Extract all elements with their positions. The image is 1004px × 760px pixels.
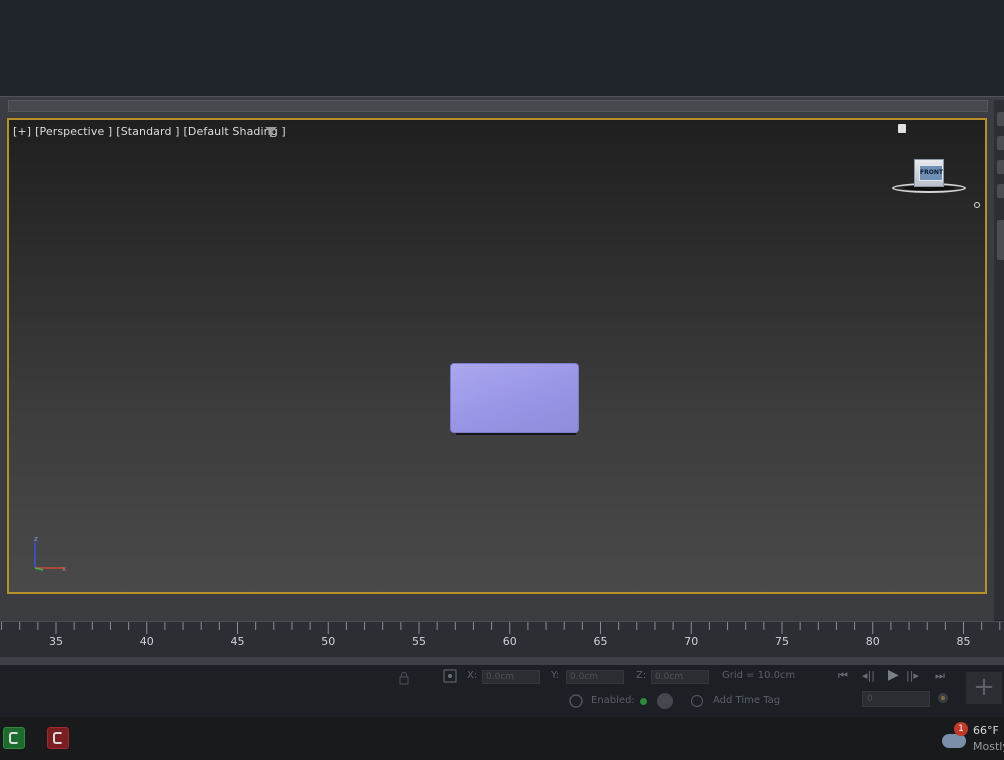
timeline-ticks: 35 40 45 50 55 60 65 70 75 80 85: [1, 622, 1001, 648]
coord-y-value: 0.0cm: [570, 672, 599, 682]
timeline-ruler[interactable]: 35 40 45 50 55 60 65 70 75 80 85: [0, 621, 1004, 657]
grid-readout: Grid = 10.0cm: [722, 670, 796, 681]
enabled-indicator[interactable]: [640, 698, 647, 705]
tag-icon[interactable]: [690, 694, 704, 708]
timeline-tick-label: 65: [594, 635, 608, 648]
home-icon[interactable]: [974, 202, 980, 208]
viewport-label-menu: [+] [Perspective ] [Standard ] [Default Sha…: [13, 125, 290, 138]
viewport-toolbar-track[interactable]: [8, 100, 988, 112]
enabled-label: Enabled:: [591, 695, 635, 706]
filter-icon[interactable]: [264, 126, 278, 138]
panel-tab[interactable]: [997, 184, 1004, 198]
time-config-icon[interactable]: [936, 691, 950, 705]
viewport-toolbar: [0, 96, 1004, 116]
coord-z-value: 0.0cm: [655, 672, 684, 682]
panel-tab[interactable]: [997, 160, 1004, 174]
weather-condition: Mostly: [973, 740, 1004, 753]
timeline-tick-label: 35: [49, 635, 63, 648]
weather-temperature: 66°F: [973, 724, 999, 737]
add-time-tag[interactable]: Add Time Tag: [713, 695, 780, 706]
axis-x-label: x: [62, 565, 66, 573]
taskbar: [0, 717, 1004, 760]
app-icon-red[interactable]: [47, 727, 69, 749]
coord-y-label: Y:: [551, 670, 560, 681]
go-to-end-button[interactable]: ⏭: [935, 669, 945, 683]
lock-selection-icon[interactable]: [398, 671, 410, 685]
current-frame-field[interactable]: 0: [862, 691, 930, 707]
panel-tab[interactable]: [997, 112, 1004, 126]
box-object[interactable]: [450, 363, 579, 433]
snap-icon[interactable]: [443, 669, 457, 683]
timeline-tick-label: 85: [957, 635, 971, 648]
panel-scroll[interactable]: [997, 220, 1004, 260]
enabled-toggle[interactable]: [657, 693, 673, 709]
coord-x-label: X:: [467, 670, 478, 681]
timeline-tick-label: 55: [412, 635, 426, 648]
weather-widget[interactable]: 1 66°F Mostly: [940, 722, 1004, 760]
lock-icon[interactable]: [898, 124, 906, 133]
coord-x-value: 0.0cm: [486, 672, 515, 682]
next-frame-button[interactable]: ||▸: [906, 669, 919, 682]
coord-x-field[interactable]: 0.0cm: [482, 670, 540, 684]
timeline-tick-label: 60: [503, 635, 517, 648]
command-panel-edge: [994, 100, 1004, 620]
time-slider-track[interactable]: [0, 657, 1004, 665]
timeline-tick-label: 75: [775, 635, 789, 648]
viewcube-cube[interactable]: FRONT: [914, 159, 944, 187]
coord-y-field[interactable]: 0.0cm: [566, 670, 624, 684]
viewport-menu-plus[interactable]: [+]: [13, 125, 31, 138]
axis-z-label: z: [34, 535, 38, 543]
panel-tab[interactable]: [997, 136, 1004, 150]
top-panel: [0, 0, 1004, 96]
coord-z-label: Z:: [636, 670, 647, 681]
plus-icon[interactable]: +: [966, 672, 1002, 704]
viewcube[interactable]: FRONT: [889, 155, 969, 215]
app-icon-green[interactable]: [3, 727, 25, 749]
go-to-start-button[interactable]: ⏮: [838, 669, 848, 683]
axis-tripod: z x: [34, 535, 66, 573]
current-frame-value: 0: [867, 694, 873, 704]
timeline-tick-label: 50: [321, 635, 335, 648]
timeline-tick-label: 40: [140, 635, 154, 648]
viewcube-front-face[interactable]: FRONT: [919, 165, 943, 181]
viewport-menu-standard[interactable]: [Standard ]: [116, 125, 179, 138]
timeline-tick-label: 70: [684, 635, 698, 648]
coord-z-field[interactable]: 0.0cm: [651, 670, 709, 684]
viewport-menu-perspective[interactable]: [Perspective ]: [35, 125, 112, 138]
play-button[interactable]: ▶: [888, 667, 899, 683]
previous-frame-button[interactable]: ◂||: [862, 669, 875, 682]
status-bar: X: 0.0cm Y: 0.0cm Z: 0.0cm Grid = 10.0cm…: [0, 665, 1004, 717]
weather-cloud-icon: [942, 734, 966, 748]
key-icon[interactable]: [568, 693, 584, 709]
timeline-tick-label: 80: [866, 635, 880, 648]
perspective-viewport[interactable]: [+] [Perspective ] [Standard ] [Default Sha…: [7, 118, 987, 594]
timeline-tick-label: 45: [231, 635, 245, 648]
weather-badge: 1: [954, 722, 968, 736]
